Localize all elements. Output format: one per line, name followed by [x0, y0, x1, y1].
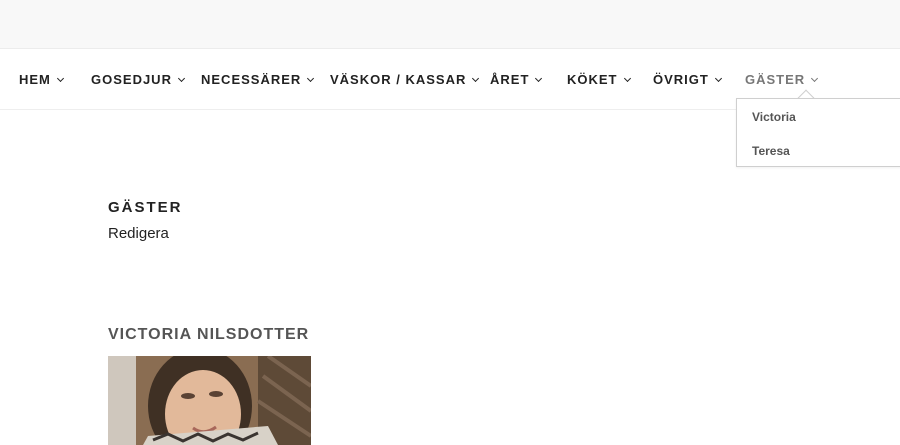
nav-item-gosedjur[interactable]: GOSEDJUR	[91, 72, 186, 87]
edit-link[interactable]: Redigera	[108, 225, 169, 242]
nav-item-label: GÄSTER	[745, 72, 806, 87]
nav-item-label: KÖKET	[567, 72, 618, 87]
guest-photo	[108, 356, 311, 445]
nav-item-label: HEM	[19, 72, 51, 87]
guest-name-heading: VICTORIA NILSDOTTER	[108, 326, 310, 343]
nav-item-gaster[interactable]: GÄSTER	[745, 72, 819, 87]
nav-item-label: ÖVRIGT	[653, 72, 709, 87]
nav-item-aret[interactable]: ÅRET	[490, 72, 543, 87]
dropdown-item-teresa[interactable]: Teresa	[752, 144, 790, 158]
nav-item-ovrigt[interactable]: ÖVRIGT	[653, 72, 722, 87]
chevron-down-icon	[177, 74, 186, 83]
chevron-down-icon	[811, 74, 819, 83]
page-title: GÄSTER	[108, 199, 183, 216]
chevron-down-icon	[623, 74, 631, 83]
top-header-band	[0, 0, 900, 49]
nav-item-label: ÅRET	[490, 72, 530, 87]
chevron-down-icon	[472, 74, 480, 83]
chevron-down-icon	[307, 74, 315, 83]
nav-item-necessarer[interactable]: NECESSÄRER	[201, 72, 315, 87]
nav-item-vaskor-kassar[interactable]: VÄSKOR / KASSAR	[330, 72, 480, 87]
chevron-down-icon	[714, 74, 722, 83]
chevron-down-icon	[535, 74, 543, 83]
dropdown-item-victoria[interactable]: Victoria	[752, 110, 796, 124]
gaster-dropdown-menu: Victoria Teresa	[736, 98, 900, 167]
nav-item-hem[interactable]: HEM	[19, 72, 64, 87]
chevron-down-icon	[56, 74, 64, 83]
guest-photo-illustration	[108, 356, 311, 445]
nav-item-label: NECESSÄRER	[201, 72, 302, 87]
nav-item-label: VÄSKOR / KASSAR	[330, 72, 467, 87]
nav-item-label: GOSEDJUR	[91, 72, 172, 87]
nav-item-koket[interactable]: KÖKET	[567, 72, 631, 87]
